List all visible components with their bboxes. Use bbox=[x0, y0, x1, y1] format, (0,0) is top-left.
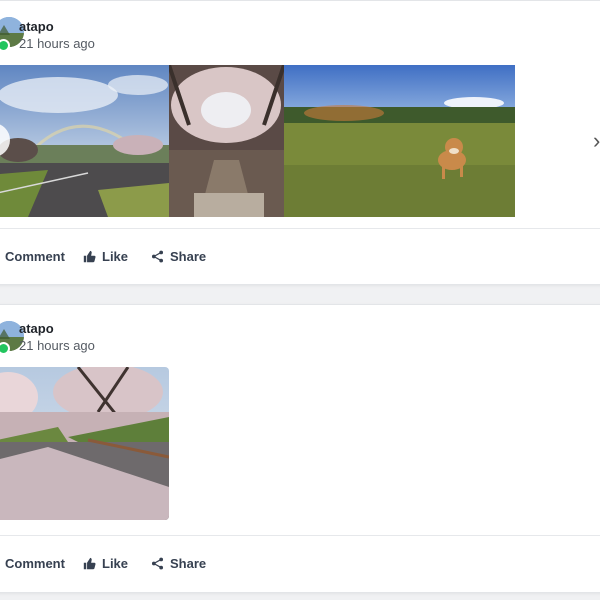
share-icon bbox=[151, 250, 164, 263]
post-timestamp[interactable]: 21 hours ago bbox=[19, 338, 95, 353]
share-label: Share bbox=[170, 556, 207, 571]
divider bbox=[0, 228, 600, 229]
online-status-dot bbox=[0, 342, 10, 355]
post-timestamp[interactable]: 21 hours ago bbox=[19, 36, 95, 51]
divider bbox=[0, 535, 600, 536]
chevron-right-icon: › bbox=[593, 128, 600, 153]
like-label: Like bbox=[102, 249, 129, 264]
post-photo-cherry-path[interactable] bbox=[169, 65, 284, 217]
thumbs-up-icon bbox=[83, 250, 96, 263]
post-author[interactable]: atapo bbox=[19, 321, 54, 336]
share-label: Share bbox=[170, 249, 207, 264]
share-button[interactable]: Share bbox=[151, 556, 206, 571]
comment-label: Comment bbox=[5, 249, 65, 264]
carousel-next-button[interactable]: › bbox=[593, 128, 600, 154]
like-label: Like bbox=[102, 556, 129, 571]
post-photo-cherry-moat[interactable] bbox=[0, 367, 169, 520]
share-icon bbox=[151, 557, 164, 570]
share-button[interactable]: Share bbox=[151, 249, 206, 264]
post-photo-park[interactable] bbox=[0, 65, 169, 217]
post-card: atapo 21 hours ago Comment Like Share bbox=[0, 304, 600, 593]
comment-button[interactable]: Comment bbox=[5, 556, 65, 571]
comment-label: Comment bbox=[5, 556, 65, 571]
like-button[interactable]: Like bbox=[83, 556, 128, 571]
online-status-dot bbox=[0, 39, 10, 52]
like-button[interactable]: Like bbox=[83, 249, 128, 264]
post-photo-shiba-dog[interactable] bbox=[284, 65, 515, 217]
comment-button[interactable]: Comment bbox=[5, 249, 65, 264]
post-card: atapo 21 hours ago › Comment Like Share bbox=[0, 0, 600, 285]
post-author[interactable]: atapo bbox=[19, 19, 54, 34]
thumbs-up-icon bbox=[83, 557, 96, 570]
